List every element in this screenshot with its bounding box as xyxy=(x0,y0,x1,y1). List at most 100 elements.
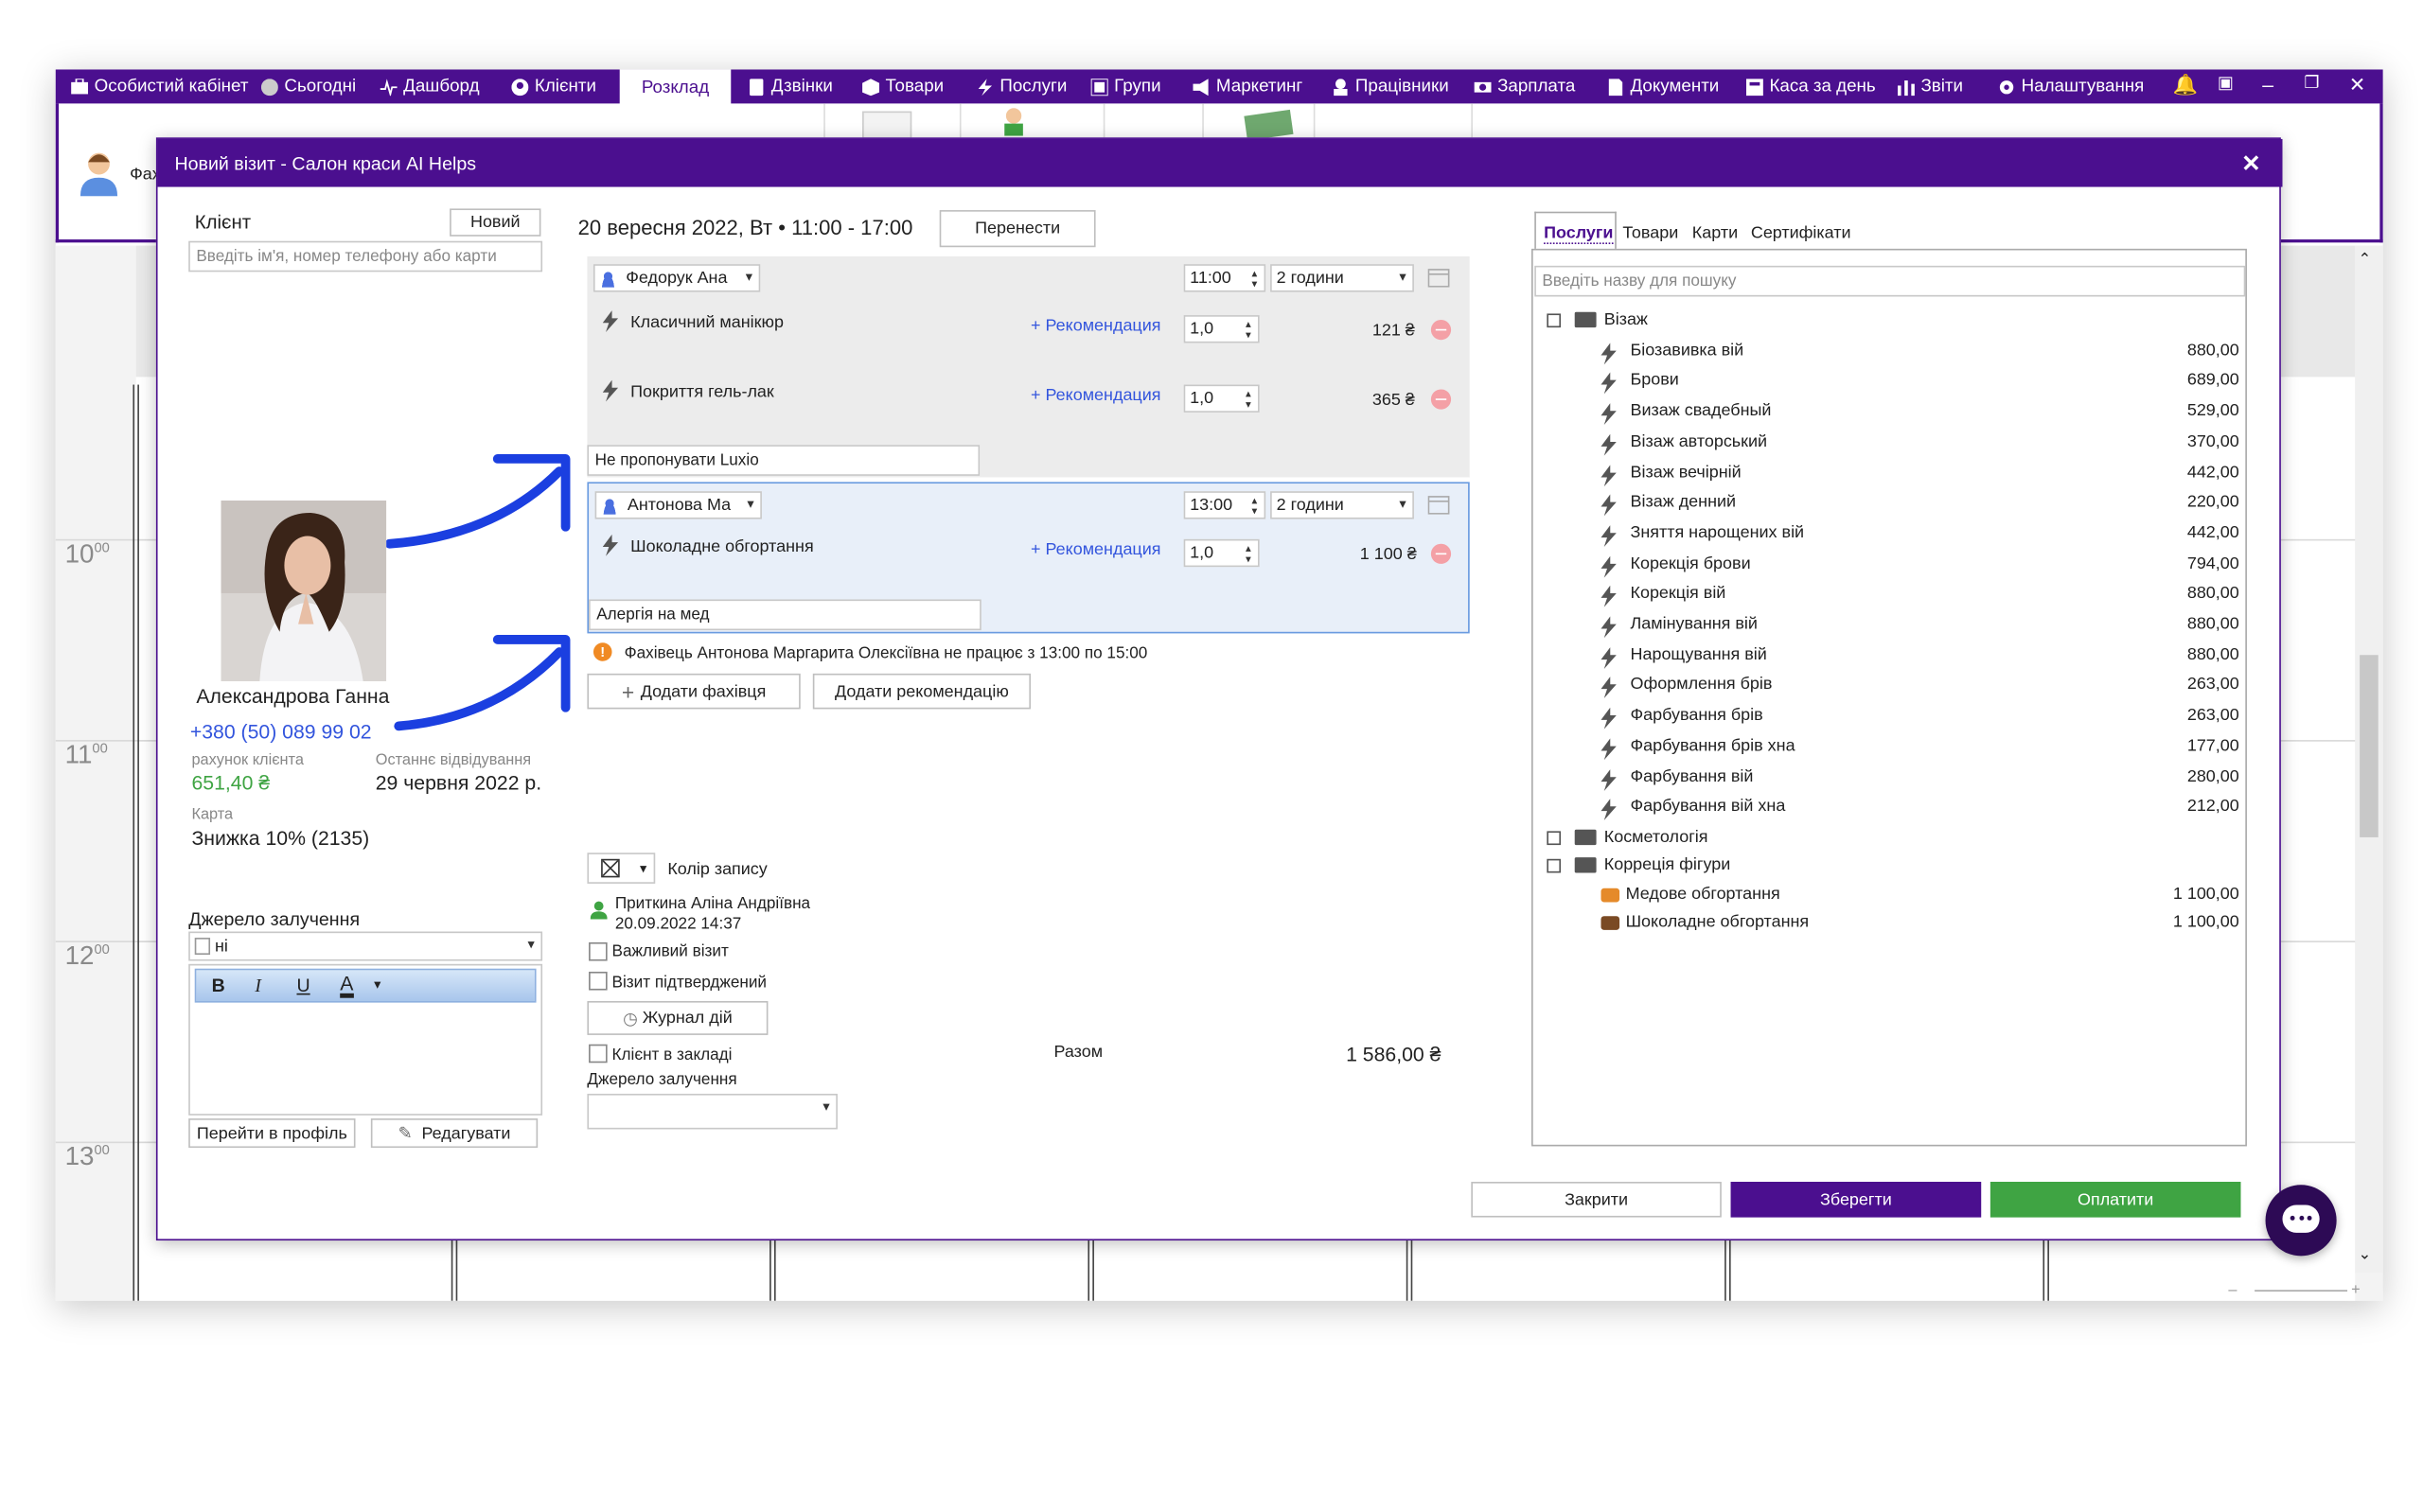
minimize-icon[interactable]: – xyxy=(2262,73,2273,96)
tree-service-item[interactable]: Фарбування брів хна 177,00 xyxy=(1601,736,2239,761)
scroll-thumb[interactable] xyxy=(2360,655,2379,837)
visit-source-select[interactable] xyxy=(587,1093,838,1130)
nav-salary[interactable]: Зарплата xyxy=(1474,69,1575,103)
important-checkbox[interactable] xyxy=(589,941,608,961)
expand-toggle-icon[interactable] xyxy=(1547,858,1562,872)
nav-services[interactable]: Послуги xyxy=(977,69,1067,103)
client-phone[interactable]: +380 (50) 089 99 02 xyxy=(190,720,372,743)
confirmed-checkbox[interactable] xyxy=(589,971,608,991)
nav-calls[interactable]: Дзвінки xyxy=(748,69,833,103)
text-color-icon[interactable]: A xyxy=(340,974,354,998)
tree-service-item[interactable]: Візаж авторський 370,00 xyxy=(1601,432,2239,457)
pay-button[interactable]: Оплатити xyxy=(1990,1182,2241,1218)
add-recommendation-link[interactable]: + Рекомендация xyxy=(1031,540,1160,559)
tab-certificates[interactable]: Сертифікати xyxy=(1751,224,1851,243)
tab-services[interactable]: Послуги xyxy=(1534,211,1617,249)
remove-service-icon[interactable] xyxy=(1430,543,1452,564)
nav-marketing[interactable]: Маркетинг xyxy=(1193,69,1302,103)
nav-groups[interactable]: Групи xyxy=(1090,69,1161,103)
reschedule-button[interactable]: Перенести xyxy=(939,210,1096,248)
nav-cabinet[interactable]: Особистий кабінет xyxy=(71,69,248,103)
nav-cash-day[interactable]: Каса за день xyxy=(1745,69,1876,103)
specialist-select[interactable]: Антонова Ма xyxy=(594,491,762,519)
visit-note-input[interactable]: Не пропонувати Luxio xyxy=(587,445,981,476)
add-recommendation-button[interactable]: Додати рекомендацію xyxy=(812,673,1032,710)
expand-toggle-icon[interactable] xyxy=(1547,831,1562,845)
quantity-stepper[interactable]: 1,0 xyxy=(1183,315,1260,343)
action-journal-button[interactable]: ◷ Журнал дій xyxy=(587,1000,769,1035)
tree-service-item[interactable]: Нарощування вій 880,00 xyxy=(1601,645,2239,670)
nav-today[interactable]: Сьогодні xyxy=(260,69,356,103)
add-recommendation-link[interactable]: + Рекомендация xyxy=(1031,317,1160,336)
tree-service-item[interactable]: Шоколадне обгортання 1 100,00 xyxy=(1601,913,2239,938)
tree-service-item[interactable]: Ламінування вій 880,00 xyxy=(1601,615,2239,640)
client-search-input[interactable]: Введіть ім'я, номер телефону або карти xyxy=(188,240,543,273)
in-salon-checkbox[interactable] xyxy=(589,1044,608,1064)
tree-service-item[interactable]: Корекція брови 794,00 xyxy=(1601,554,2239,578)
nav-goods[interactable]: Товари xyxy=(862,69,944,103)
edit-client-button[interactable]: ✎ Редагувати xyxy=(370,1118,539,1149)
tab-goods[interactable]: Товари xyxy=(1622,224,1678,243)
tree-service-item[interactable]: Візаж денний 220,00 xyxy=(1601,493,2239,518)
quantity-stepper[interactable]: 1,0 xyxy=(1183,538,1260,568)
tree-folder[interactable]: Косметологія xyxy=(1547,828,2242,853)
nav-schedule[interactable]: Розклад xyxy=(619,69,732,107)
client-source-select[interactable]: ні xyxy=(188,931,543,961)
visit-note-input[interactable]: Алергія на мед xyxy=(589,599,982,631)
nav-dashboard[interactable]: Дашборд xyxy=(380,69,480,103)
tree-service-item[interactable]: Біозавивка вій 880,00 xyxy=(1601,341,2239,365)
color-select[interactable]: ▾ xyxy=(587,853,656,884)
calendar-icon[interactable] xyxy=(1427,494,1450,515)
nav-reports[interactable]: Звіти xyxy=(1897,69,1963,103)
chat-bubble-button[interactable] xyxy=(2265,1185,2337,1257)
new-client-button[interactable]: Новий xyxy=(450,208,541,237)
save-button[interactable]: Зберегти xyxy=(1730,1182,1982,1218)
client-notes-editor[interactable]: B I U A ▾ xyxy=(188,963,543,1116)
tab-cards[interactable]: Карти xyxy=(1692,224,1738,243)
tree-service-item[interactable]: Візаж вечірній 442,00 xyxy=(1601,463,2239,487)
bold-icon[interactable]: B xyxy=(212,975,225,996)
tree-service-item[interactable]: Визаж свадебный 529,00 xyxy=(1601,402,2239,427)
tree-service-item[interactable]: Корекція вій 880,00 xyxy=(1601,585,2239,609)
expand-toggle-icon[interactable] xyxy=(1547,313,1562,328)
calendar-icon[interactable] xyxy=(1427,267,1450,288)
tree-service-item[interactable]: Фарбування вій 280,00 xyxy=(1601,767,2239,792)
add-recommendation-link[interactable]: + Рекомендация xyxy=(1031,386,1160,405)
tree-folder[interactable]: Корреція фігури xyxy=(1547,855,2242,880)
specialist-select[interactable]: Федорук Ана xyxy=(592,264,761,292)
tree-folder[interactable]: Візаж xyxy=(1547,310,2242,335)
tree-service-item[interactable]: Фарбування брів 263,00 xyxy=(1601,706,2239,730)
scroll-up-icon[interactable]: ⌃ xyxy=(2359,252,2372,269)
nav-workers[interactable]: Працівники xyxy=(1332,69,1449,103)
nav-settings[interactable]: Налаштування xyxy=(1998,69,2144,103)
tree-service-item[interactable]: Медове обгортання 1 100,00 xyxy=(1601,886,2239,910)
chevron-down-icon[interactable]: ▾ xyxy=(374,976,380,993)
bell-icon[interactable]: 🔔 xyxy=(2173,73,2198,97)
remove-service-icon[interactable] xyxy=(1430,319,1452,341)
underline-icon[interactable]: U xyxy=(296,975,310,996)
scroll-down-icon[interactable]: ⌄ xyxy=(2359,1247,2372,1264)
window-close-icon[interactable]: ✕ xyxy=(2349,73,2366,97)
add-specialist-button[interactable]: + Додати фахівця xyxy=(587,673,801,710)
restore-icon[interactable]: ❐ xyxy=(2304,73,2319,93)
italic-icon[interactable]: I xyxy=(255,975,261,997)
tree-service-item[interactable]: Зняття нарощених вій 442,00 xyxy=(1601,523,2239,548)
catalog-search-input[interactable]: Введіть назву для пошуку xyxy=(1534,265,2246,297)
nav-documents[interactable]: Документи xyxy=(1607,69,1719,103)
quantity-stepper[interactable]: 1,0 xyxy=(1183,384,1260,413)
close-button[interactable]: Закрити xyxy=(1471,1182,1722,1218)
dialog-close-icon[interactable]: ✕ xyxy=(2241,149,2261,178)
vertical-scrollbar[interactable]: ⌃ ⌄ xyxy=(2355,245,2383,1274)
nav-clients[interactable]: Клієнти xyxy=(511,69,596,103)
remove-service-icon[interactable] xyxy=(1430,389,1452,410)
duration-select[interactable]: 2 години xyxy=(1270,491,1414,519)
duration-select[interactable]: 2 години xyxy=(1270,264,1414,292)
tree-service-item[interactable]: Брови 689,00 xyxy=(1601,371,2239,396)
go-to-profile-button[interactable]: Перейти в профіль xyxy=(188,1118,356,1149)
tree-service-item[interactable]: Оформлення брів 263,00 xyxy=(1601,676,2239,700)
tree-service-item[interactable]: Фарбування вій хна 212,00 xyxy=(1601,798,2239,822)
start-time-stepper[interactable]: 13:00 xyxy=(1183,491,1266,519)
lock-icon[interactable]: ▣ xyxy=(2218,73,2234,93)
zoom-slider[interactable]: – + xyxy=(2228,1282,2377,1299)
start-time-stepper[interactable]: 11:00 xyxy=(1183,264,1266,292)
